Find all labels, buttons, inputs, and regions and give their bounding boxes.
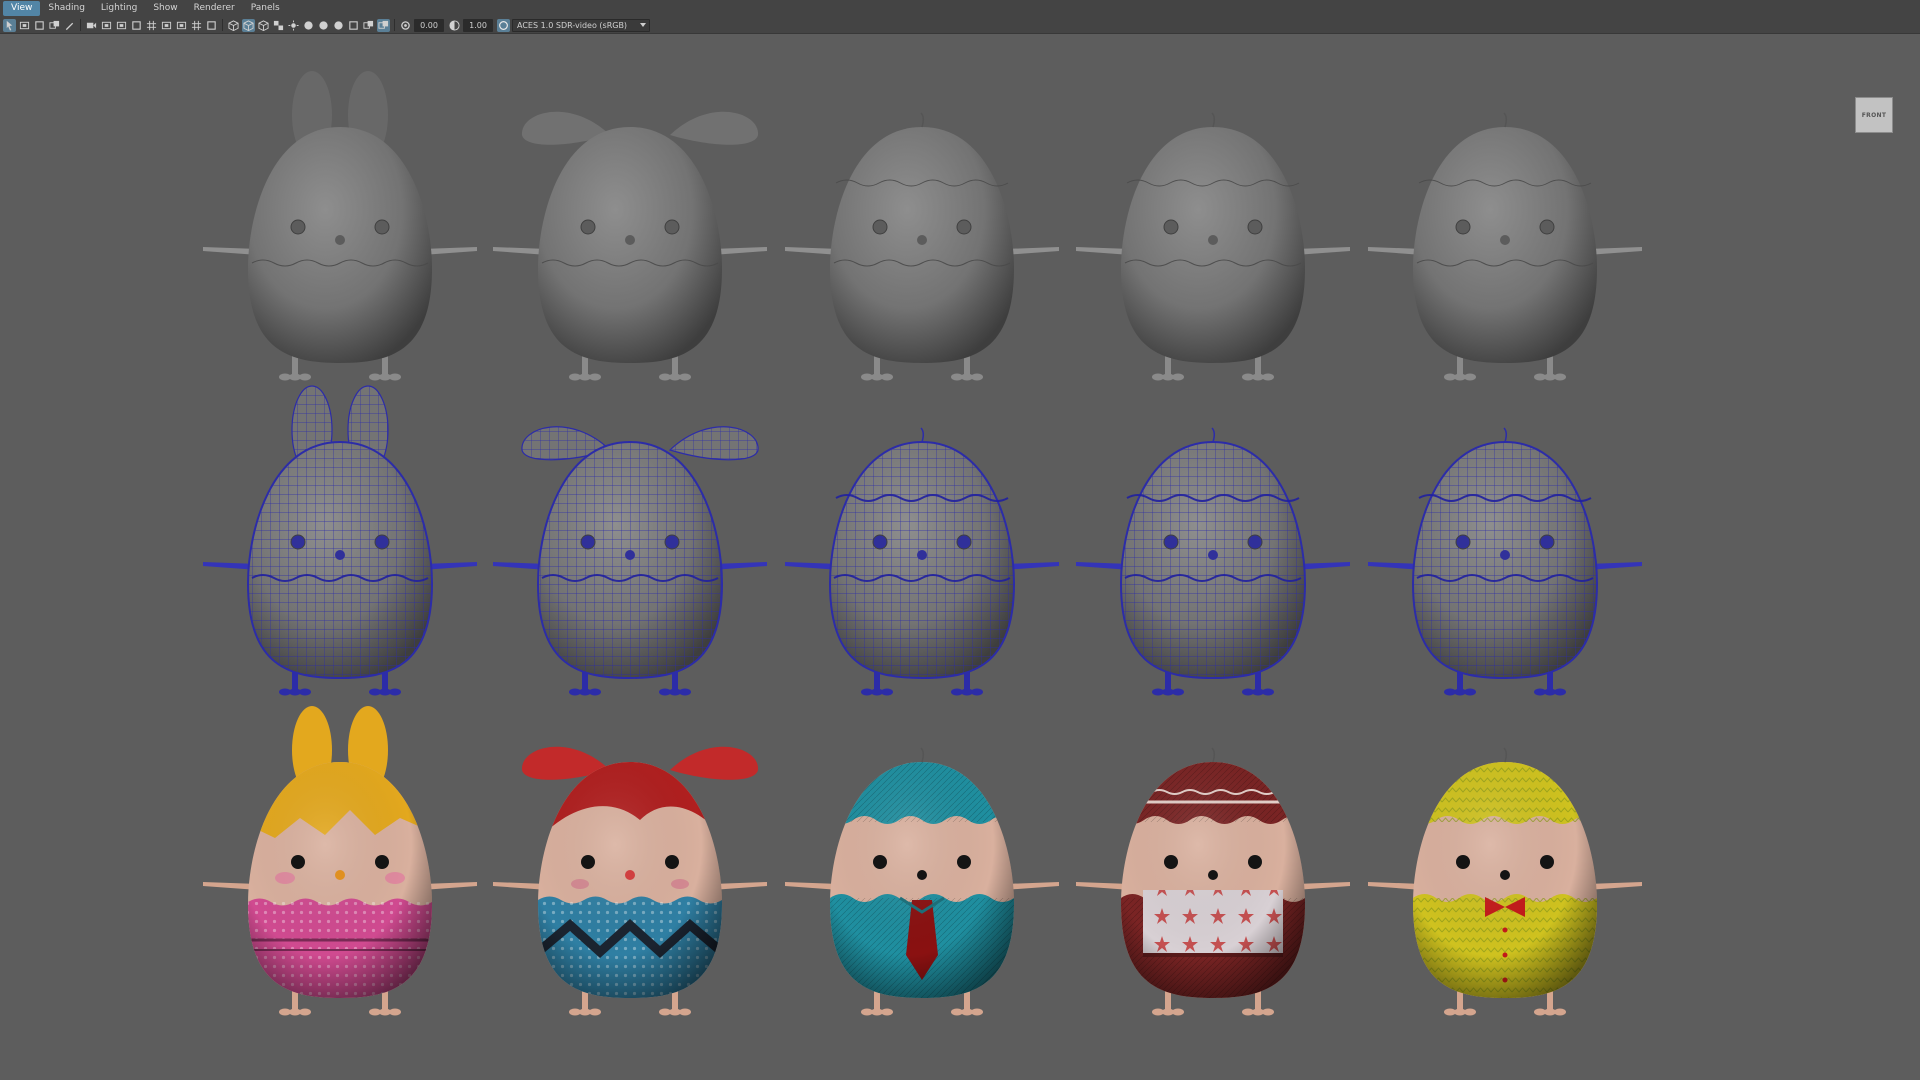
character-apron-chick-textured[interactable] xyxy=(1076,747,1350,1018)
character-bow-girl-wireframe-on-shaded[interactable] xyxy=(493,426,767,696)
resolution-gate-icon[interactable] xyxy=(115,19,128,32)
maya-viewport-app: View Shading Lighting Show Renderer Panels 0.… xyxy=(0,0,1920,1080)
motion-blur-icon[interactable] xyxy=(332,19,345,32)
character-bowtie-chick-textured[interactable] xyxy=(1368,747,1642,1018)
character-bow-girl-smooth-shaded[interactable] xyxy=(493,111,767,381)
image-plane-icon[interactable] xyxy=(48,19,61,32)
character-apron-chick-smooth-shaded[interactable] xyxy=(1076,112,1350,381)
menu-renderer[interactable]: Renderer xyxy=(186,1,243,16)
ambient-occlusion-icon[interactable] xyxy=(317,19,330,32)
gamma-field[interactable]: 1.00 xyxy=(463,18,493,32)
exposure-icon[interactable] xyxy=(399,19,412,32)
toolbar-separator xyxy=(80,19,81,31)
field-chart-icon[interactable] xyxy=(145,19,158,32)
character-apron-chick-wireframe-on-shaded[interactable] xyxy=(1076,427,1350,696)
viewport-scene xyxy=(203,71,1642,1022)
chevron-down-icon xyxy=(640,22,646,27)
character-bunny-wireframe-on-shaded[interactable] xyxy=(203,385,477,696)
exposure-field[interactable]: 0.00 xyxy=(414,18,444,32)
toolbar-separator xyxy=(394,19,395,31)
film-gate-icon[interactable] xyxy=(100,19,113,32)
character-bowtie-chick-wireframe-on-shaded[interactable] xyxy=(1368,427,1642,696)
anti-aliasing-icon[interactable] xyxy=(347,19,360,32)
viewport-menu-bar: View Shading Lighting Show Renderer Panels xyxy=(0,0,1920,17)
menu-view[interactable]: View xyxy=(3,1,41,16)
character-bowtie-chick-smooth-shaded[interactable] xyxy=(1368,112,1642,381)
toolbar-icon-group-display xyxy=(85,19,220,32)
camera-attributes-icon[interactable] xyxy=(18,19,31,32)
isolate-icon[interactable] xyxy=(205,19,218,32)
smooth-shade-icon[interactable] xyxy=(242,18,255,32)
viewport-toolbar: 0.00 1.00 ACES 1.0 SDR-video (sRGB) xyxy=(0,17,1920,34)
character-bunny-textured[interactable] xyxy=(203,706,477,1022)
wireframe-on-shaded-icon[interactable] xyxy=(257,19,270,32)
toolbar-separator xyxy=(222,19,223,31)
color-space-value: ACES 1.0 SDR-video (sRGB) xyxy=(517,20,628,30)
wireframe-icon[interactable] xyxy=(227,19,240,32)
toolbar-icon-group-shading xyxy=(227,18,392,32)
menu-shading[interactable]: Shading xyxy=(40,1,93,16)
textured-icon[interactable] xyxy=(272,19,285,32)
grease-pencil-icon[interactable] xyxy=(63,19,76,32)
use-all-lights-icon[interactable] xyxy=(287,19,300,32)
character-bow-girl-textured[interactable] xyxy=(493,746,767,1020)
safe-action-icon[interactable] xyxy=(160,19,173,32)
menu-show[interactable]: Show xyxy=(145,1,185,16)
3d-viewport[interactable]: FRONT xyxy=(0,35,1920,1080)
character-tie-chick-wireframe-on-shaded[interactable] xyxy=(785,427,1059,696)
select-camera-icon[interactable] xyxy=(3,18,16,32)
grid-icon[interactable] xyxy=(190,19,203,32)
character-tie-chick-smooth-shaded[interactable] xyxy=(785,112,1059,381)
character-bunny-smooth-shaded[interactable] xyxy=(203,71,477,381)
bookmark-icon[interactable] xyxy=(33,19,46,32)
menu-panels[interactable]: Panels xyxy=(243,1,288,16)
xray-icon[interactable] xyxy=(362,19,375,32)
gamma-icon[interactable] xyxy=(448,19,461,32)
menu-lighting[interactable]: Lighting xyxy=(93,1,145,16)
view-cube-front[interactable]: FRONT xyxy=(1855,97,1893,133)
shadows-icon[interactable] xyxy=(302,19,315,32)
toolbar-icon-group-camera xyxy=(3,18,78,32)
color-management-icon[interactable] xyxy=(497,18,510,32)
safe-title-icon[interactable] xyxy=(175,19,188,32)
color-space-dropdown[interactable]: ACES 1.0 SDR-video (sRGB) xyxy=(512,18,650,32)
gate-mask-icon[interactable] xyxy=(130,19,143,32)
xray-joints-icon[interactable] xyxy=(377,18,390,32)
movie-camera-icon[interactable] xyxy=(85,19,98,32)
character-tie-chick-textured[interactable] xyxy=(785,747,1059,1018)
